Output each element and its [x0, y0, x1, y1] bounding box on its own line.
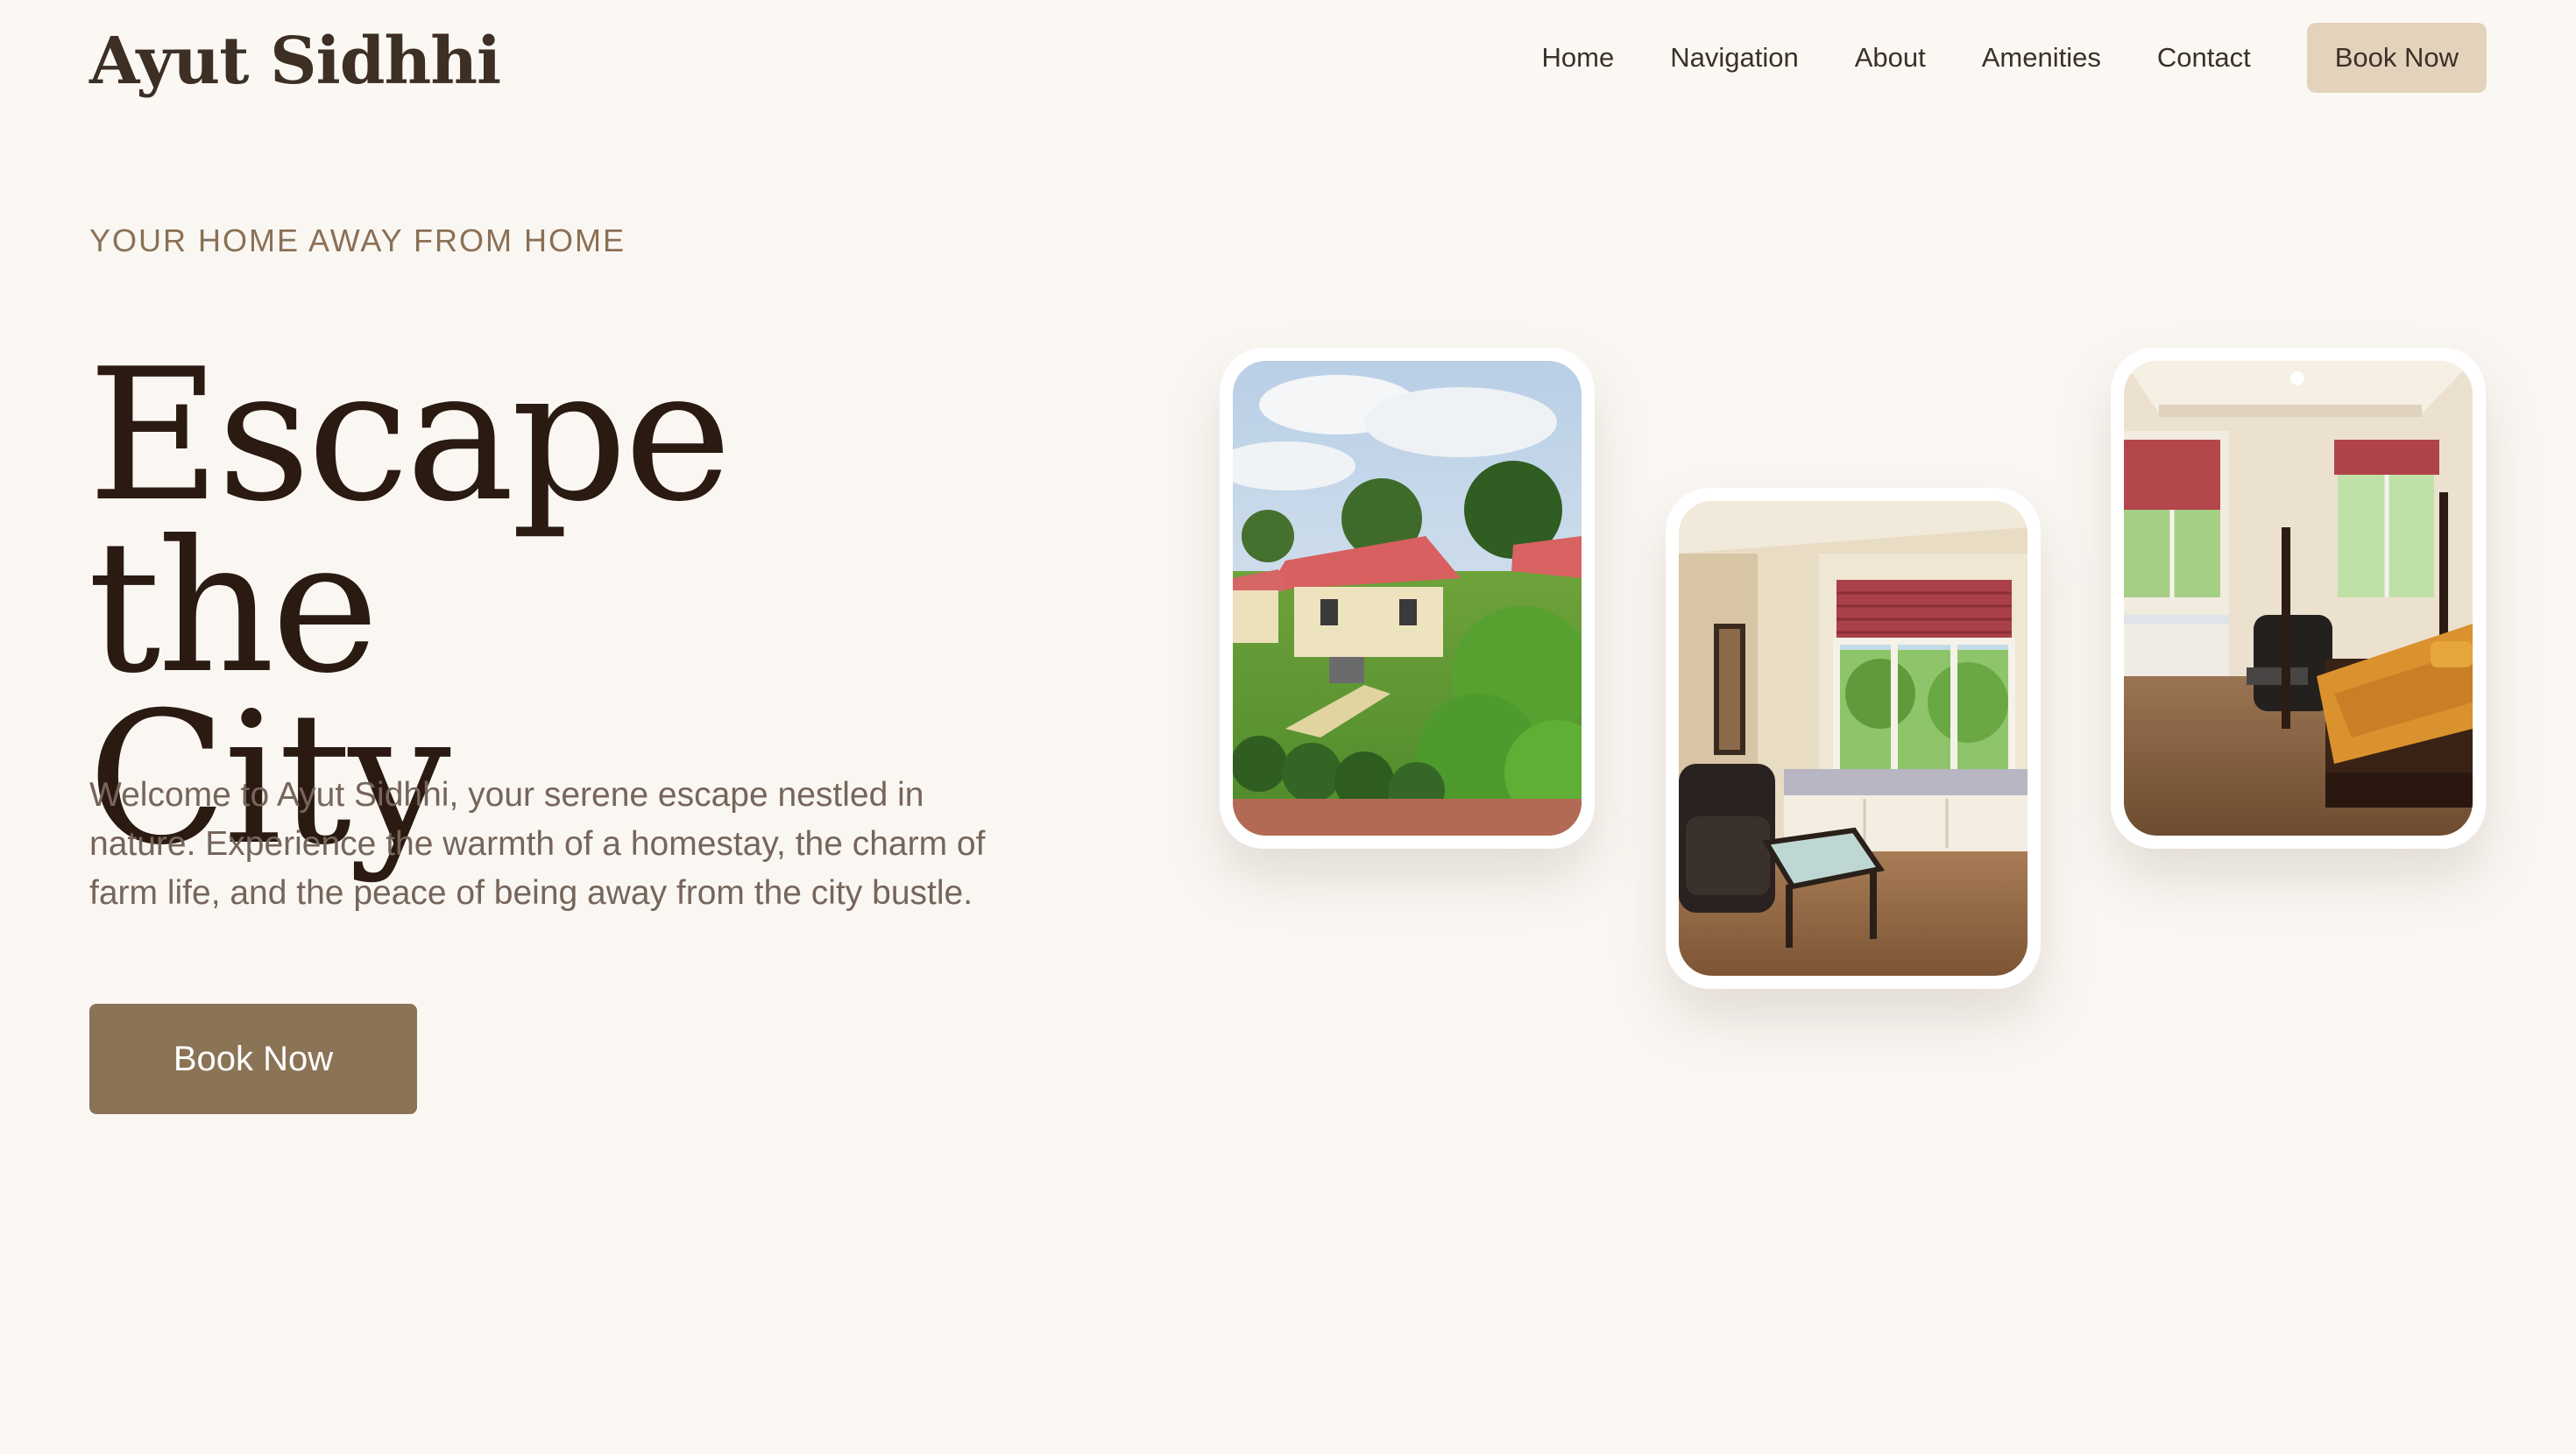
- gallery-card-living-room[interactable]: [1666, 488, 2041, 989]
- gallery-card-exterior[interactable]: [1220, 348, 1595, 849]
- bedroom-photo: [2124, 361, 2473, 836]
- main-nav: Home Navigation About Amenities Contact …: [1542, 23, 2487, 93]
- nav-contact[interactable]: Contact: [2157, 42, 2251, 74]
- hero-eyebrow: YOUR HOME AWAY FROM HOME: [89, 222, 626, 258]
- landing-page: Ayut Sidhhi Home Navigation About Amenit…: [0, 0, 2576, 1454]
- hero-headline-line-1: Escape the: [88, 330, 732, 714]
- living-room-window-photo: [1679, 501, 2028, 976]
- hero-intro: Welcome to Ayut Sidhhi, your serene esca…: [89, 776, 986, 912]
- exterior-cottage-garden-photo: [1233, 361, 1582, 836]
- nav-navigation[interactable]: Navigation: [1670, 42, 1798, 74]
- gallery-card-bedroom[interactable]: [2111, 348, 2486, 849]
- site-logo[interactable]: Ayut Sidhhi: [89, 18, 501, 105]
- nav-amenities[interactable]: Amenities: [1982, 42, 2101, 74]
- header-book-now-button[interactable]: Book Now: [2306, 23, 2487, 93]
- site-header: Ayut Sidhhi Home Navigation About Amenit…: [0, 0, 2576, 123]
- nav-home[interactable]: Home: [1542, 42, 1615, 74]
- nav-about[interactable]: About: [1855, 42, 1926, 74]
- page-bottom-strip: [0, 1366, 2576, 1454]
- hero-book-now-button[interactable]: Book Now: [89, 1004, 417, 1114]
